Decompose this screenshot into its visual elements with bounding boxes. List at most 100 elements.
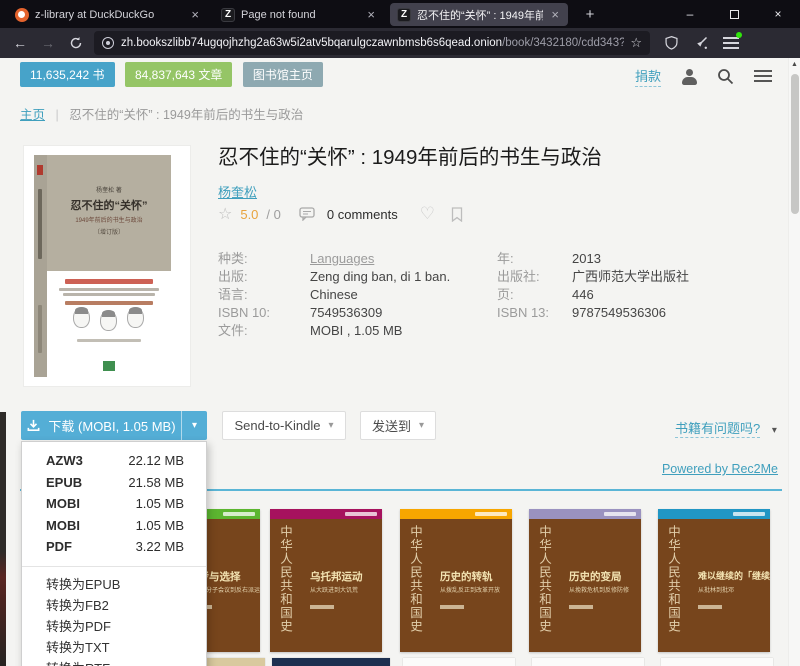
site-menu-icon[interactable]	[754, 70, 772, 83]
library-home-badge[interactable]: 图书馆主页	[243, 62, 323, 87]
series-vertical-title: 中华人民共和国史	[535, 525, 554, 633]
tab-page-not-found[interactable]: Z Page not found ×	[214, 3, 384, 26]
format-menu-item[interactable]: AZW322.12 MB	[22, 450, 206, 472]
book-meta-right: 年:2013 出版社:广西师范大学出版社 页:446 ISBN 13:97875…	[497, 250, 689, 322]
duckduckgo-favicon-icon	[15, 8, 29, 22]
recommended-book-cover-partial[interactable]	[205, 658, 265, 666]
tab-book-page[interactable]: Z 忍不住的“关怀” : 1949年前后的 ×	[390, 3, 568, 26]
favorite-heart-icon[interactable]: ♡	[420, 204, 435, 224]
recommended-book-cover[interactable]: 中华人民共和国史 历史的转轨 从拨乱反正到改革开放	[400, 509, 512, 652]
recommended-title: 历史的转轨	[440, 569, 493, 584]
book-cover-image[interactable]: 杨奎松 著 忍不住的“关怀” 1949年前后的书生与政治 〔增订版〕	[24, 146, 190, 386]
close-window-button[interactable]: ×	[756, 0, 800, 28]
format-menu-item[interactable]: EPUB21.58 MB	[22, 472, 206, 494]
forward-button[interactable]: →	[34, 35, 62, 51]
report-problem-label: 书籍有问题吗?	[675, 421, 760, 438]
meta-label: 文件:	[218, 322, 310, 340]
reload-button[interactable]	[62, 36, 90, 50]
meta-label: ISBN 10:	[218, 304, 310, 322]
rating-count: / 0	[266, 207, 280, 222]
volume-text-bar	[475, 512, 507, 516]
author-text-bar	[310, 605, 334, 609]
donate-link[interactable]: 捐款	[635, 66, 661, 87]
tab-close-icon[interactable]: ×	[549, 7, 561, 22]
format-size: 1.05 MB	[136, 515, 184, 537]
breadcrumb-home-link[interactable]: 主页	[20, 108, 45, 122]
author-text-bar	[440, 605, 464, 609]
tab-close-icon[interactable]: ×	[365, 7, 377, 22]
url-bar[interactable]: zh.bookszlibb74ugqojhzhg2a63w5i2atv5bqar…	[94, 31, 650, 55]
convert-menu-item[interactable]: 转换为RTF	[22, 658, 206, 666]
convert-menu-item[interactable]: 转换为PDF	[22, 616, 206, 637]
meta-value: MOBI , 1.05 MB	[310, 323, 402, 338]
meta-value: 广西师范大学出版社	[572, 269, 689, 284]
new-tab-button[interactable]: +	[578, 3, 602, 26]
breadcrumb: 主页 | 忍不住的“关怀” : 1949年前后的书生与政治	[20, 104, 303, 123]
send-to-kindle-button[interactable]: Send-to-Kindle ▾	[222, 411, 346, 440]
articles-count-badge[interactable]: 84,837,643 文章	[125, 62, 232, 87]
profile-icon[interactable]	[681, 69, 697, 85]
rating-row: ☆ 5.0 / 0 0 comments ♡	[218, 204, 463, 224]
series-vertical-title: 中华人民共和国史	[406, 525, 425, 633]
author-link[interactable]: 杨奎松	[218, 182, 257, 201]
back-button[interactable]: ←	[6, 35, 34, 51]
chevron-down-icon: ▾	[419, 420, 424, 431]
books-count-badge[interactable]: 11,635,242 书	[20, 62, 115, 87]
tor-shield-icon[interactable]	[664, 35, 679, 51]
tab-duckduckgo[interactable]: z-library at DuckDuckGo ×	[8, 3, 208, 26]
meta-row: 文件:MOBI , 1.05 MB	[218, 322, 450, 340]
tab-bar: z-library at DuckDuckGo × Z Page not fou…	[0, 0, 800, 28]
url-path: /book/3432180/cdd343?dsource=recom	[502, 37, 624, 49]
format-menu-item[interactable]: MOBI1.05 MB	[22, 515, 206, 537]
format-menu-item[interactable]: PDF3.22 MB	[22, 536, 206, 558]
maximize-button[interactable]	[712, 0, 756, 28]
volume-text-bar	[345, 512, 377, 516]
download-icon	[26, 418, 41, 433]
recommended-title: 乌托邦运动	[310, 569, 363, 584]
convert-menu-item[interactable]: 转换为TXT	[22, 637, 206, 658]
download-button[interactable]: 下载 (MOBI, 1.05 MB)	[21, 411, 181, 440]
report-problem-link[interactable]: 书籍有问题吗? ▾	[675, 418, 777, 437]
face-sketch	[100, 310, 117, 331]
recommended-book-cover-partial[interactable]	[272, 658, 390, 666]
author-text-bar	[698, 605, 722, 609]
recommended-book-cover-partial[interactable]	[532, 658, 644, 666]
meta-value: 9787549536306	[572, 305, 666, 320]
new-identity-broom-icon[interactable]	[693, 35, 709, 51]
categories-link[interactable]: Languages	[310, 251, 374, 266]
bookmark-star-icon[interactable]: ☆	[630, 35, 642, 51]
send-to-button[interactable]: 发送到 ▾	[360, 411, 436, 440]
powered-by-link[interactable]: Powered by Rec2Me	[662, 462, 778, 476]
cover-spine	[34, 155, 47, 377]
scrollbar[interactable]: ▲	[788, 58, 800, 666]
recommended-book-cover[interactable]: 中华人民共和国史 乌托邦运动 从大跃进到大饥荒	[270, 509, 382, 652]
cover-top-panel: 杨奎松 著 忍不住的“关怀” 1949年前后的书生与政治 〔增订版〕	[47, 155, 171, 271]
cover-color-bar	[270, 509, 382, 519]
search-icon[interactable]	[717, 68, 734, 85]
cover-color-bar	[658, 509, 770, 519]
minimize-button[interactable]: –	[668, 0, 712, 28]
download-options-toggle[interactable]: ▾	[181, 411, 207, 440]
recommended-book-cover[interactable]: 中华人民共和国史 历史的变局 从挽救危机到反修防修	[529, 509, 641, 652]
meta-value: Zeng ding ban, di 1 ban.	[310, 269, 450, 284]
cover-gray-text-bar	[63, 293, 155, 296]
volume-text-bar	[733, 512, 765, 516]
comments-icon[interactable]	[299, 207, 315, 221]
maximize-icon	[730, 10, 739, 19]
recommended-book-cover-partial[interactable]	[661, 658, 773, 666]
meta-row: 出版社:广西师范大学出版社	[497, 268, 689, 286]
scroll-up-arrow[interactable]: ▲	[791, 61, 798, 68]
convert-menu-item[interactable]: 转换为FB2	[22, 595, 206, 616]
rating-star-icon[interactable]: ☆	[218, 204, 232, 224]
cover-color-bar	[400, 509, 512, 519]
convert-menu-item[interactable]: 转换为EPUB	[22, 574, 206, 595]
recommended-book-cover-partial[interactable]	[403, 658, 515, 666]
scrollbar-thumb[interactable]	[791, 74, 799, 214]
recommended-book-cover[interactable]: 中华人民共和国史 难以继续的「继续革命」 从批林到批邓	[658, 509, 770, 652]
tab-close-icon[interactable]: ×	[189, 7, 201, 22]
recommended-subtitle: 从挽救危机到反修防修	[569, 585, 629, 594]
format-menu-item[interactable]: MOBI1.05 MB	[22, 493, 206, 515]
menu-hamburger-icon[interactable]	[723, 36, 739, 50]
save-bookmark-icon[interactable]	[451, 207, 463, 222]
comments-count[interactable]: 0 comments	[327, 207, 398, 222]
